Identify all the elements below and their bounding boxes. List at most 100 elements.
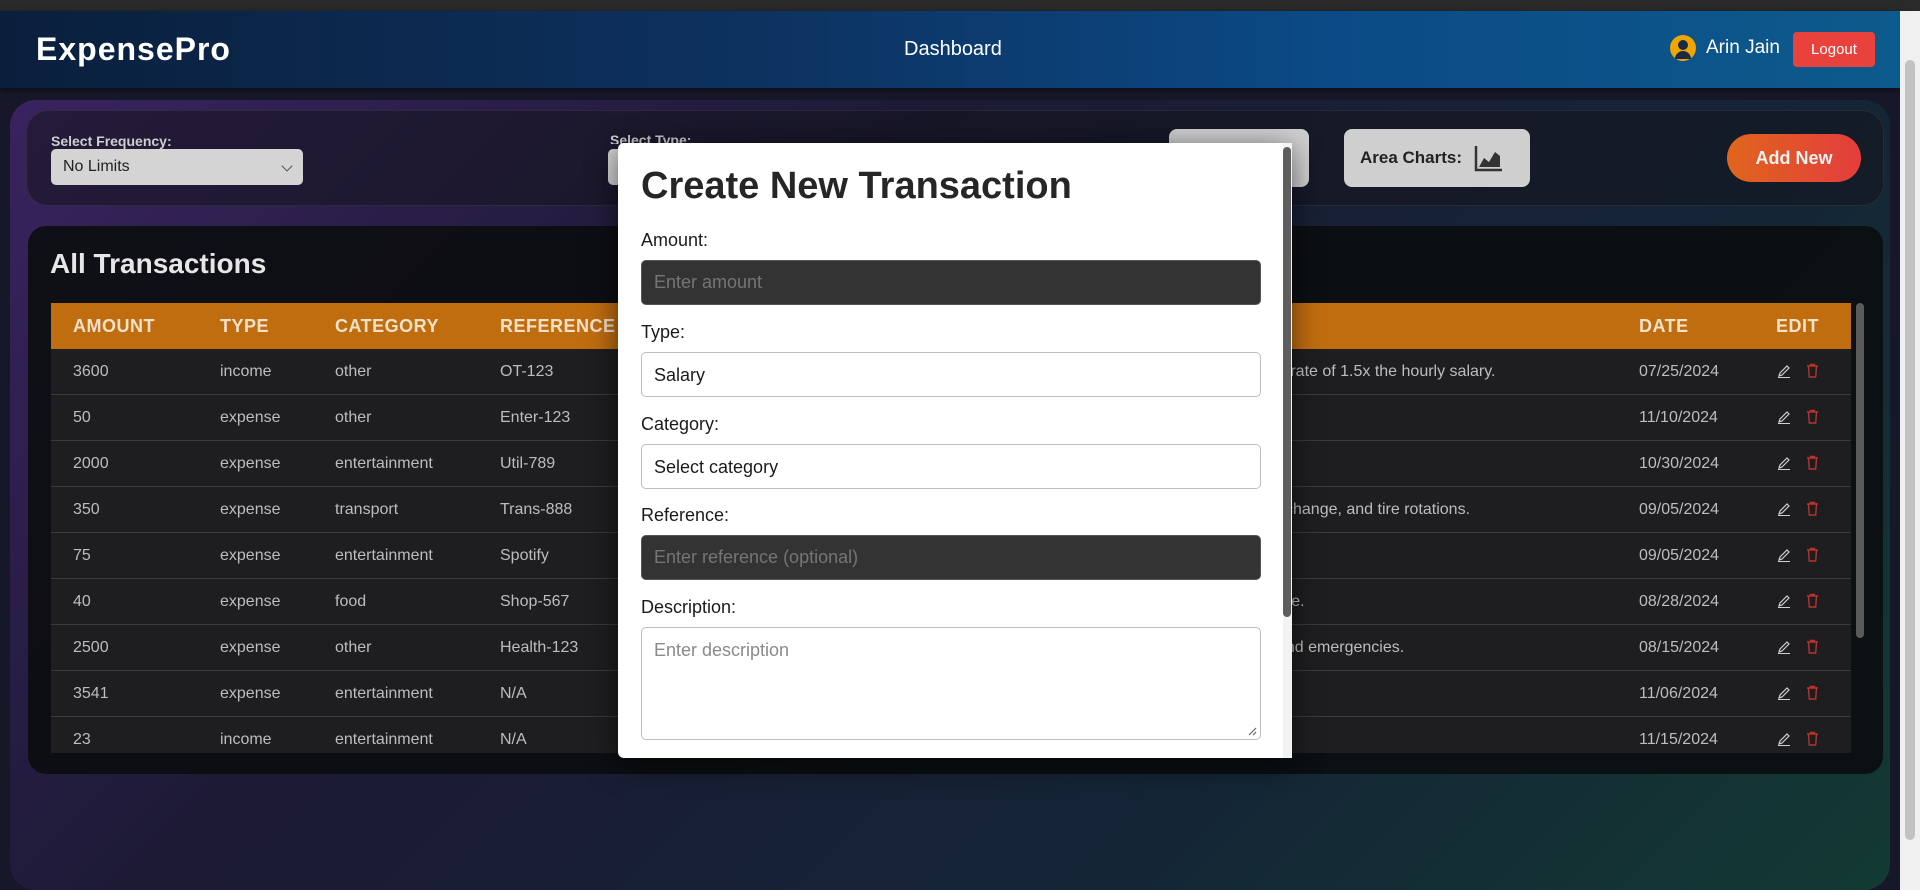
cell-type: expense [220, 593, 281, 610]
cell-amount: 2000 [73, 455, 109, 472]
pencil-icon[interactable] [1777, 502, 1791, 516]
cell-category: entertainment [335, 731, 433, 748]
cell-reference: Shop-567 [500, 593, 570, 610]
cell-date: 08/28/2024 [1639, 593, 1720, 610]
pencil-icon[interactable] [1777, 594, 1791, 608]
type-field-select[interactable]: Salary [641, 352, 1261, 397]
pencil-icon[interactable] [1777, 686, 1791, 700]
area-chart-icon [1474, 146, 1503, 172]
col-category[interactable]: CATEGORY [335, 316, 439, 337]
cell-reference: Health-123 [500, 639, 579, 656]
cell-date: 10/30/2024 [1639, 455, 1720, 472]
frequency-label: Select Frequency: [51, 133, 172, 149]
cell-category: other [335, 409, 372, 426]
cell-reference: Trans-888 [500, 501, 573, 518]
amount-input[interactable] [641, 260, 1261, 305]
user-name: Arin Jain [1706, 37, 1780, 58]
brand-logo[interactable]: ExpensePro [36, 31, 231, 68]
reference-input[interactable] [641, 535, 1261, 580]
frequency-value: No Limits [63, 158, 130, 175]
cell-date: 09/05/2024 [1639, 501, 1720, 518]
add-new-button[interactable]: Add New [1727, 134, 1861, 182]
cell-type: expense [220, 639, 281, 656]
cell-reference: Util-789 [500, 455, 556, 472]
cell-description: and emergencies. [1277, 639, 1405, 656]
area-charts-button[interactable]: Area Charts: [1344, 129, 1530, 187]
pencil-icon[interactable] [1777, 732, 1791, 746]
transactions-title: All Transactions [50, 248, 267, 279]
create-transaction-modal: Create New Transaction Amount: Type: Sal… [618, 143, 1291, 758]
cell-amount: 75 [73, 547, 91, 564]
page-scrollbar-thumb[interactable] [1905, 60, 1915, 840]
pencil-icon[interactable] [1777, 640, 1791, 654]
trash-icon[interactable] [1806, 455, 1819, 470]
cell-category: food [335, 593, 367, 610]
col-reference[interactable]: REFERENCE [500, 316, 616, 337]
pencil-icon[interactable] [1777, 548, 1791, 562]
cell-date: 09/05/2024 [1639, 547, 1720, 564]
cell-type: expense [220, 685, 281, 702]
trash-icon[interactable] [1806, 593, 1819, 608]
navbar: ExpensePro Dashboard Arin Jain Logout [0, 11, 1900, 88]
cell-type: income [220, 363, 272, 380]
cell-category: transport [335, 501, 399, 518]
description-placeholder: Enter description [654, 640, 790, 660]
cell-date: 07/25/2024 [1639, 363, 1720, 380]
cell-reference: Enter-123 [500, 409, 571, 426]
col-date[interactable]: DATE [1639, 316, 1689, 337]
cell-amount: 3600 [73, 363, 109, 380]
cell-type: income [220, 731, 272, 748]
cell-amount: 23 [73, 731, 91, 748]
trash-icon[interactable] [1806, 363, 1819, 378]
user-info: Arin Jain [1670, 35, 1780, 61]
cell-amount: 2500 [73, 639, 109, 656]
cell-category: other [335, 639, 372, 656]
cell-category: entertainment [335, 685, 433, 702]
user-avatar-icon [1670, 35, 1696, 61]
type-field-value: Salary [654, 365, 706, 385]
chevron-down-icon [281, 160, 293, 172]
cell-description: a rate of 1.5x the hourly salary. [1277, 363, 1496, 380]
description-textarea[interactable]: Enter description [641, 627, 1261, 740]
browser-top-strip [0, 0, 1920, 11]
trash-icon[interactable] [1806, 685, 1819, 700]
reference-label: Reference: [641, 505, 730, 525]
trash-icon[interactable] [1806, 409, 1819, 424]
area-charts-label: Area Charts: [1360, 148, 1463, 167]
type-field-label: Type: [641, 322, 686, 342]
table-scrollbar[interactable] [1856, 303, 1864, 638]
description-label: Description: [641, 597, 737, 617]
cell-date: 11/06/2024 [1639, 685, 1718, 702]
logout-button[interactable]: Logout [1793, 32, 1875, 67]
cell-date: 11/10/2024 [1639, 409, 1718, 426]
resize-grip-icon[interactable] [1247, 726, 1257, 736]
category-label: Category: [641, 414, 720, 434]
cell-type: expense [220, 455, 281, 472]
amount-label: Amount: [641, 230, 709, 250]
trash-icon[interactable] [1806, 501, 1819, 516]
trash-icon[interactable] [1806, 639, 1819, 654]
cell-amount: 350 [73, 501, 100, 518]
pencil-icon[interactable] [1777, 456, 1791, 470]
cell-amount: 3541 [73, 685, 109, 702]
cell-type: expense [220, 409, 281, 426]
trash-icon[interactable] [1806, 547, 1819, 562]
cell-type: expense [220, 547, 281, 564]
nav-dashboard-title[interactable]: Dashboard [904, 38, 1002, 61]
cell-reference: OT-123 [500, 363, 554, 380]
col-type[interactable]: TYPE [220, 316, 269, 337]
cell-amount: 50 [73, 409, 91, 426]
cell-reference: Spotify [500, 547, 549, 564]
category-select[interactable]: Select category [641, 444, 1261, 489]
cell-date: 11/15/2024 [1639, 731, 1718, 748]
cell-category: other [335, 363, 372, 380]
col-edit: EDIT [1776, 316, 1820, 336]
trash-icon[interactable] [1806, 731, 1819, 746]
cell-reference: N/A [500, 731, 527, 748]
frequency-select[interactable]: No Limits [51, 149, 303, 185]
pencil-icon[interactable] [1777, 364, 1791, 378]
modal-scrollbar-thumb[interactable] [1283, 147, 1291, 617]
cell-category: entertainment [335, 455, 433, 472]
col-amount[interactable]: AMOUNT [73, 316, 155, 337]
pencil-icon[interactable] [1777, 410, 1791, 424]
